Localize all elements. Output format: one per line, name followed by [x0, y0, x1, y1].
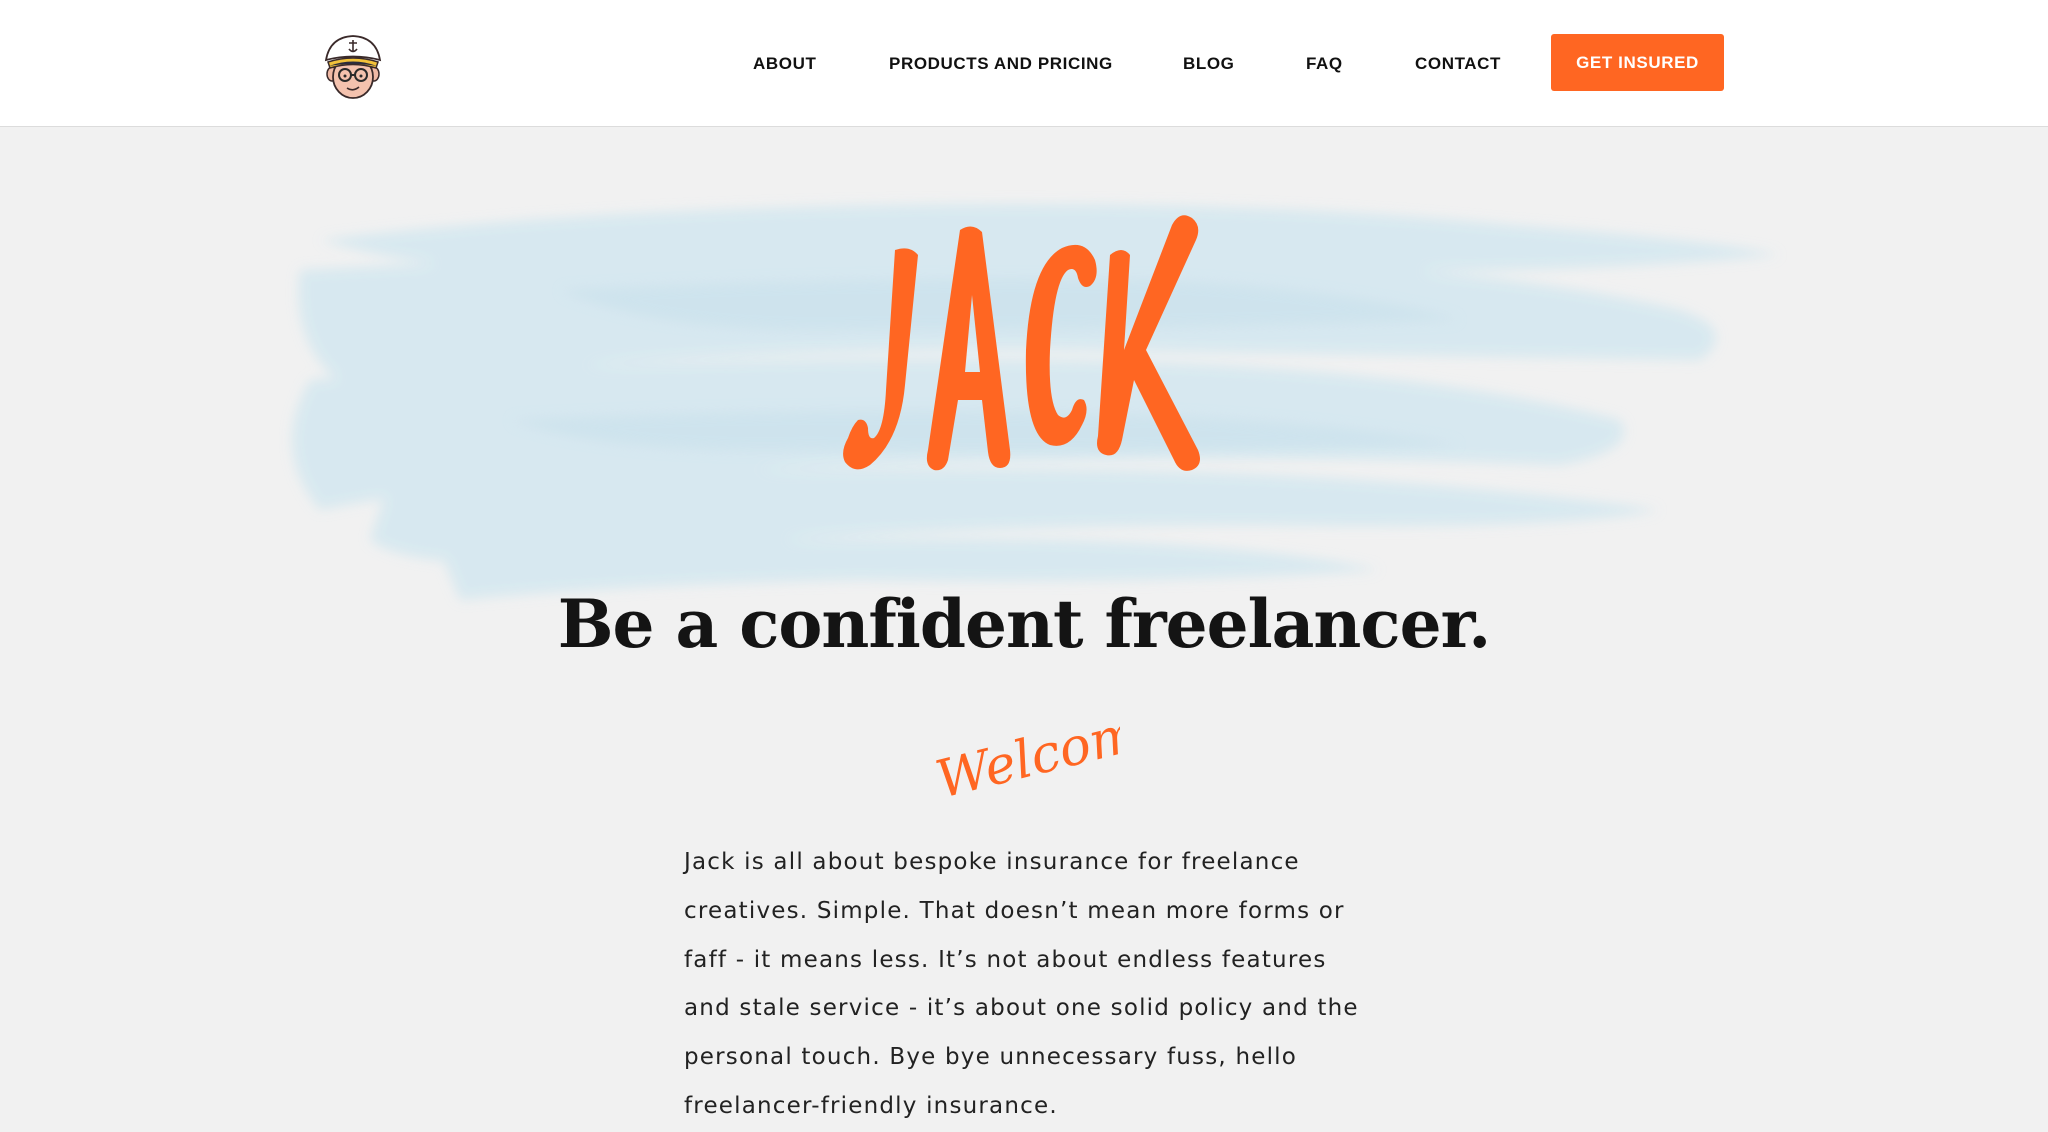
get-insured-button[interactable]: GET INSURED	[1551, 34, 1724, 91]
svg-text:Welcome: Welcome	[930, 712, 1120, 802]
logo[interactable]	[322, 27, 384, 101]
nav-contact[interactable]: CONTACT	[1415, 54, 1501, 74]
nav-about[interactable]: ABOUT	[753, 54, 816, 74]
welcome-script: Welcome	[930, 712, 1120, 802]
intro-paragraph: Jack is all about bespoke insurance for …	[684, 849, 1359, 1119]
brand-logo	[843, 215, 1200, 471]
captain-mascot-icon	[324, 35, 382, 99]
nav-blog[interactable]: BLOG	[1183, 54, 1235, 74]
nav-faq[interactable]: FAQ	[1306, 54, 1343, 74]
site-header: ABOUT PRODUCTS AND PRICING BLOG FAQ CONT…	[0, 0, 2048, 127]
nav-products-and-pricing[interactable]: PRODUCTS AND PRICING	[889, 54, 1113, 74]
tagline: Be a confident freelancer.	[557, 585, 1492, 663]
